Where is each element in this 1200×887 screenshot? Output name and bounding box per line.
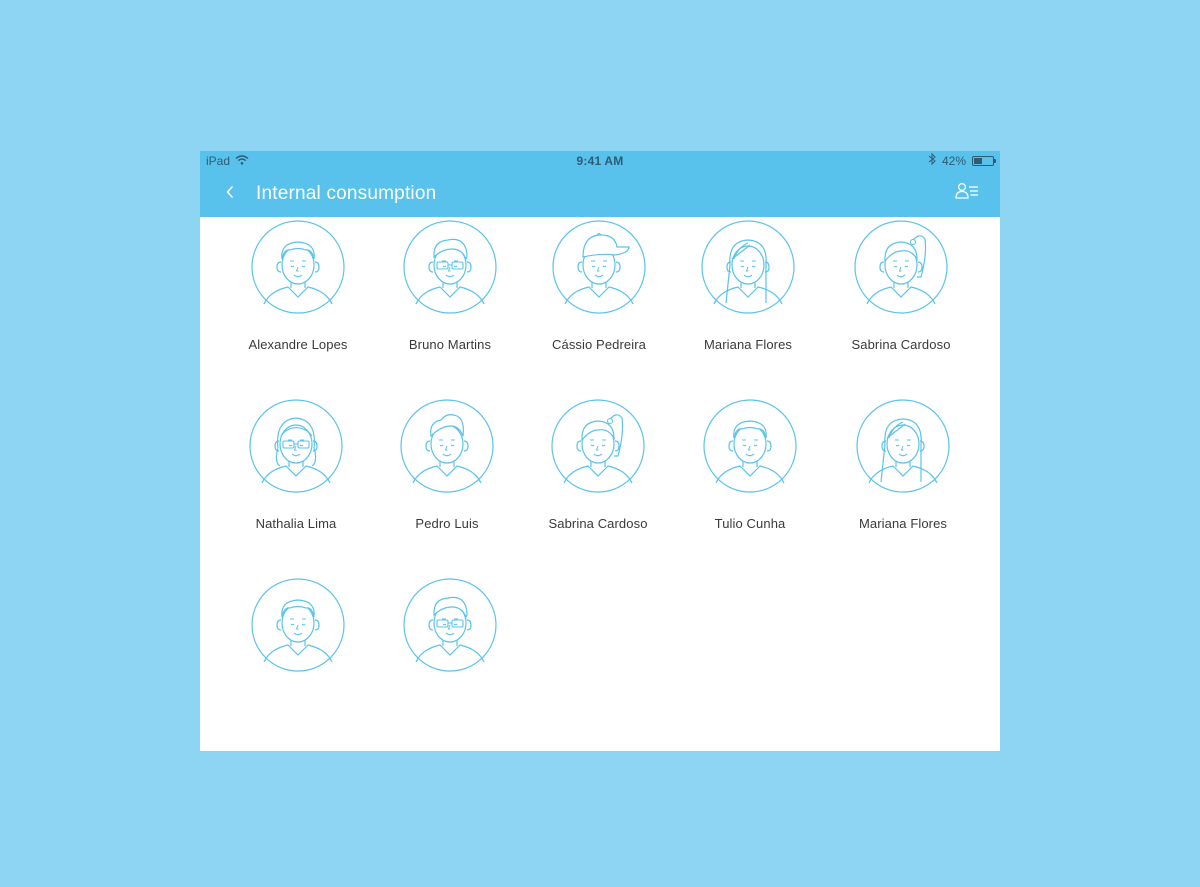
person-card[interactable]: Sabrina Cardoso [826, 219, 976, 369]
person-card[interactable]: Alexandre Lopes [223, 219, 373, 369]
person-name: Mariana Flores [858, 516, 948, 531]
avatar-woman-glasses-icon [248, 398, 344, 494]
avatar-man-glasses-icon [402, 219, 498, 315]
person-name: Tulio Cunha [714, 516, 786, 531]
person-card[interactable] [223, 577, 373, 727]
avatar-man-short-hair-icon [250, 219, 346, 315]
ipad-screen: iPad 9:41 AM 42% Internal consumption Al… [200, 151, 1000, 751]
user-list-button[interactable] [954, 181, 980, 205]
person-card[interactable]: Pedro Luis [372, 398, 522, 548]
person-card[interactable]: Tulio Cunha [675, 398, 825, 548]
avatar-man-short-hair-icon [702, 398, 798, 494]
people-grid: Alexandre Lopes Bruno Martins Cássio Ped… [200, 217, 1000, 751]
avatar-woman-long-hair-icon [855, 398, 951, 494]
status-right: 42% [928, 151, 996, 171]
person-name: Sabrina Cardoso [548, 516, 648, 531]
person-name: Sabrina Cardoso [851, 337, 951, 352]
avatar-man-cap-icon [551, 219, 647, 315]
person-card[interactable] [375, 577, 525, 727]
page-title: Internal consumption [256, 183, 437, 204]
avatar-woman-ponytail-icon [853, 219, 949, 315]
back-button[interactable] [218, 179, 242, 209]
person-card[interactable]: Mariana Flores [673, 219, 823, 369]
person-card[interactable]: Sabrina Cardoso [523, 398, 673, 548]
person-name: Nathalia Lima [255, 516, 337, 531]
avatar-woman-ponytail-icon [550, 398, 646, 494]
person-name: Bruno Martins [408, 337, 492, 352]
status-time: 9:41 AM [576, 154, 624, 168]
avatar-man-short-hair-icon [250, 577, 346, 673]
battery-level [974, 158, 982, 164]
person-name: Mariana Flores [703, 337, 793, 352]
person-card[interactable]: Mariana Flores [828, 398, 978, 548]
chevron-left-icon [225, 185, 235, 204]
battery-icon [972, 156, 996, 166]
battery-percent: 42% [941, 154, 966, 168]
person-card[interactable]: Nathalia Lima [221, 398, 371, 548]
user-list-icon [955, 182, 979, 205]
nav-bar: Internal consumption [200, 171, 1000, 217]
avatar-man-glasses-icon [402, 577, 498, 673]
person-name: Cássio Pedreira [552, 337, 646, 352]
avatar-woman-long-hair-icon [700, 219, 796, 315]
status-bar: iPad 9:41 AM 42% [200, 151, 1000, 171]
person-name: Alexandre Lopes [248, 337, 348, 352]
avatar-man-quiff-icon [399, 398, 495, 494]
person-card[interactable]: Bruno Martins [375, 219, 525, 369]
person-card[interactable]: Cássio Pedreira [524, 219, 674, 369]
bluetooth-icon [928, 151, 936, 171]
person-name: Pedro Luis [415, 516, 479, 531]
